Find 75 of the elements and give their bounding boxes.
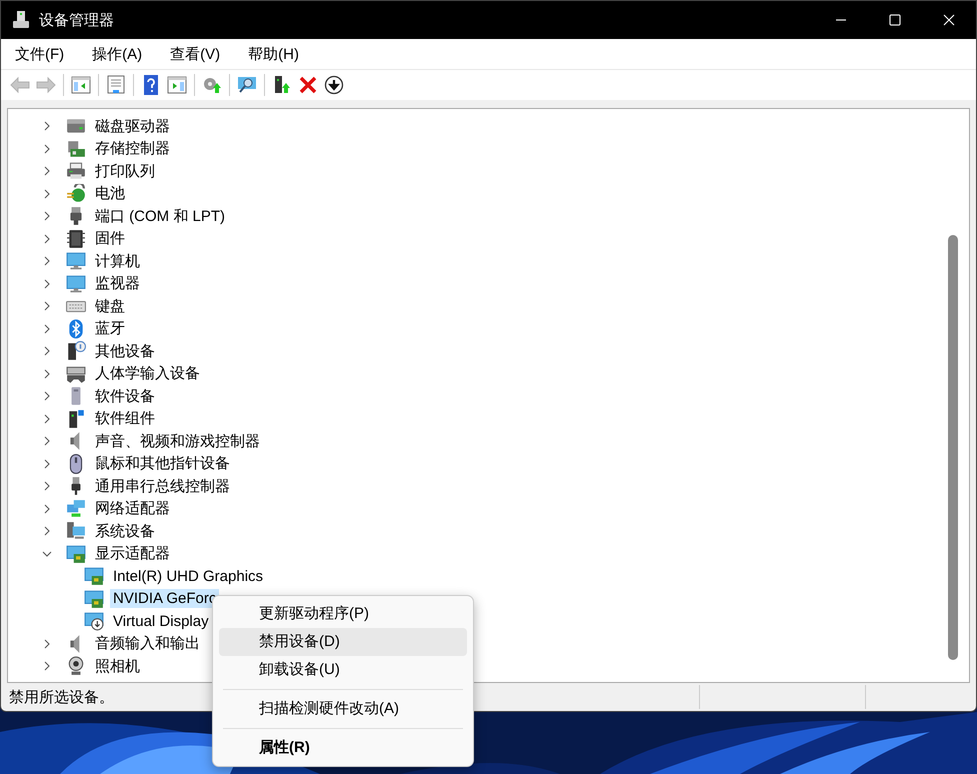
tree-item[interactable]: 声音、视频和游戏控制器 <box>92 430 263 452</box>
expand-chevron-icon[interactable] <box>42 638 52 649</box>
expand-chevron-icon[interactable] <box>42 504 52 514</box>
window-title: 设备管理器 <box>39 10 114 30</box>
tree-item[interactable]: 系统设备 <box>92 520 158 542</box>
expand-chevron-icon[interactable] <box>42 121 52 132</box>
menu-item[interactable]: 帮助(H) <box>240 44 307 64</box>
expand-chevron-icon[interactable] <box>42 144 52 154</box>
context-menu-item[interactable]: 扫描检测硬件改动(A) <box>219 695 467 723</box>
tree-item[interactable]: NVIDIA GeForc <box>110 589 220 608</box>
battery-plug-icon <box>66 184 86 204</box>
expand-chevron-icon[interactable] <box>42 346 52 356</box>
display-download-icon <box>84 611 104 632</box>
tree-item[interactable]: 软件设备 <box>92 386 158 407</box>
expand-chevron-icon[interactable] <box>42 188 52 199</box>
menu-item[interactable]: 操作(A) <box>84 44 150 64</box>
display-adapter-icon <box>66 544 86 564</box>
tree-item[interactable]: 磁盘驱动器 <box>92 116 173 137</box>
monitor-icon <box>66 274 86 294</box>
device-manager-icon <box>11 10 31 30</box>
close-icon <box>943 14 955 26</box>
tree-item[interactable]: 蓝牙 <box>92 318 128 340</box>
context-menu-item[interactable]: 属性(R) <box>219 734 467 762</box>
tree-item[interactable]: 人体学输入设备 <box>92 363 203 384</box>
context-menu-item[interactable]: 禁用设备(D) <box>219 628 467 656</box>
monitor-icon <box>66 251 86 272</box>
menu-item[interactable]: 文件(F) <box>7 44 72 64</box>
tree-item[interactable]: 音频输入和输出 <box>92 633 203 654</box>
tree-item[interactable]: 鼠标和其他指针设备 <box>92 453 233 474</box>
tree-item[interactable]: 显示适配器 <box>92 543 173 564</box>
expand-chevron-icon[interactable] <box>42 166 52 176</box>
network-icon <box>66 498 86 519</box>
tree-item[interactable]: 通用串行总线控制器 <box>92 476 233 497</box>
tree-item[interactable]: 其他设备 <box>92 340 158 362</box>
expand-chevron-icon[interactable] <box>42 526 52 536</box>
status-text: 禁用所选设备。 <box>8 688 115 706</box>
tree-item[interactable]: 网络适配器 <box>92 498 173 520</box>
tree-item[interactable]: 固件 <box>92 228 128 250</box>
tree-item[interactable]: 监视器 <box>92 273 143 294</box>
tree-item[interactable]: 存储控制器 <box>92 138 173 160</box>
expand-chevron-icon[interactable] <box>42 234 52 244</box>
expand-chevron-icon[interactable] <box>42 391 52 402</box>
expand-chevron-icon[interactable] <box>42 278 52 289</box>
unknown-device-icon <box>66 341 86 362</box>
chip-icon <box>66 228 86 249</box>
webcam-icon <box>66 656 86 676</box>
tree-item[interactable]: Intel(R) UHD Graphics <box>110 566 266 586</box>
tree-item[interactable]: Virtual Display <box>110 612 212 631</box>
tree-item[interactable]: 电池 <box>92 183 128 204</box>
expand-chevron-icon[interactable] <box>42 324 52 334</box>
tree-item[interactable]: 计算机 <box>92 250 143 272</box>
tree-item[interactable]: 软件组件 <box>92 408 158 430</box>
expand-chevron-icon[interactable] <box>42 301 52 312</box>
context-menu-item[interactable]: 卸载设备(U) <box>219 656 467 684</box>
expand-chevron-icon[interactable] <box>42 436 52 446</box>
maximize-icon <box>889 14 901 26</box>
expand-chevron-icon[interactable] <box>42 661 52 672</box>
expand-chevron-icon[interactable] <box>42 481 52 492</box>
expand-chevron-icon[interactable] <box>42 458 52 469</box>
tree-item[interactable]: 照相机 <box>92 656 143 677</box>
display-adapter-icon <box>84 566 104 586</box>
printer-icon <box>66 161 86 182</box>
storage-controller-icon <box>66 138 86 159</box>
expand-chevron-icon[interactable] <box>42 211 52 222</box>
context-menu-item[interactable]: 更新驱动程序(P) <box>219 600 467 628</box>
system-devices-icon <box>66 521 86 542</box>
menu-item[interactable]: 查看(V) <box>162 44 228 64</box>
display-adapter-icon <box>84 588 104 609</box>
collapse-chevron-icon[interactable] <box>42 548 52 559</box>
expand-chevron-icon[interactable] <box>42 256 52 266</box>
tree-item[interactable]: 打印队列 <box>92 160 158 182</box>
expand-chevron-icon[interactable] <box>42 414 52 424</box>
tree-item[interactable]: 端口 (COM 和 LPT) <box>92 206 228 227</box>
expand-chevron-icon[interactable] <box>42 368 52 379</box>
tree-item[interactable]: 键盘 <box>92 296 128 317</box>
